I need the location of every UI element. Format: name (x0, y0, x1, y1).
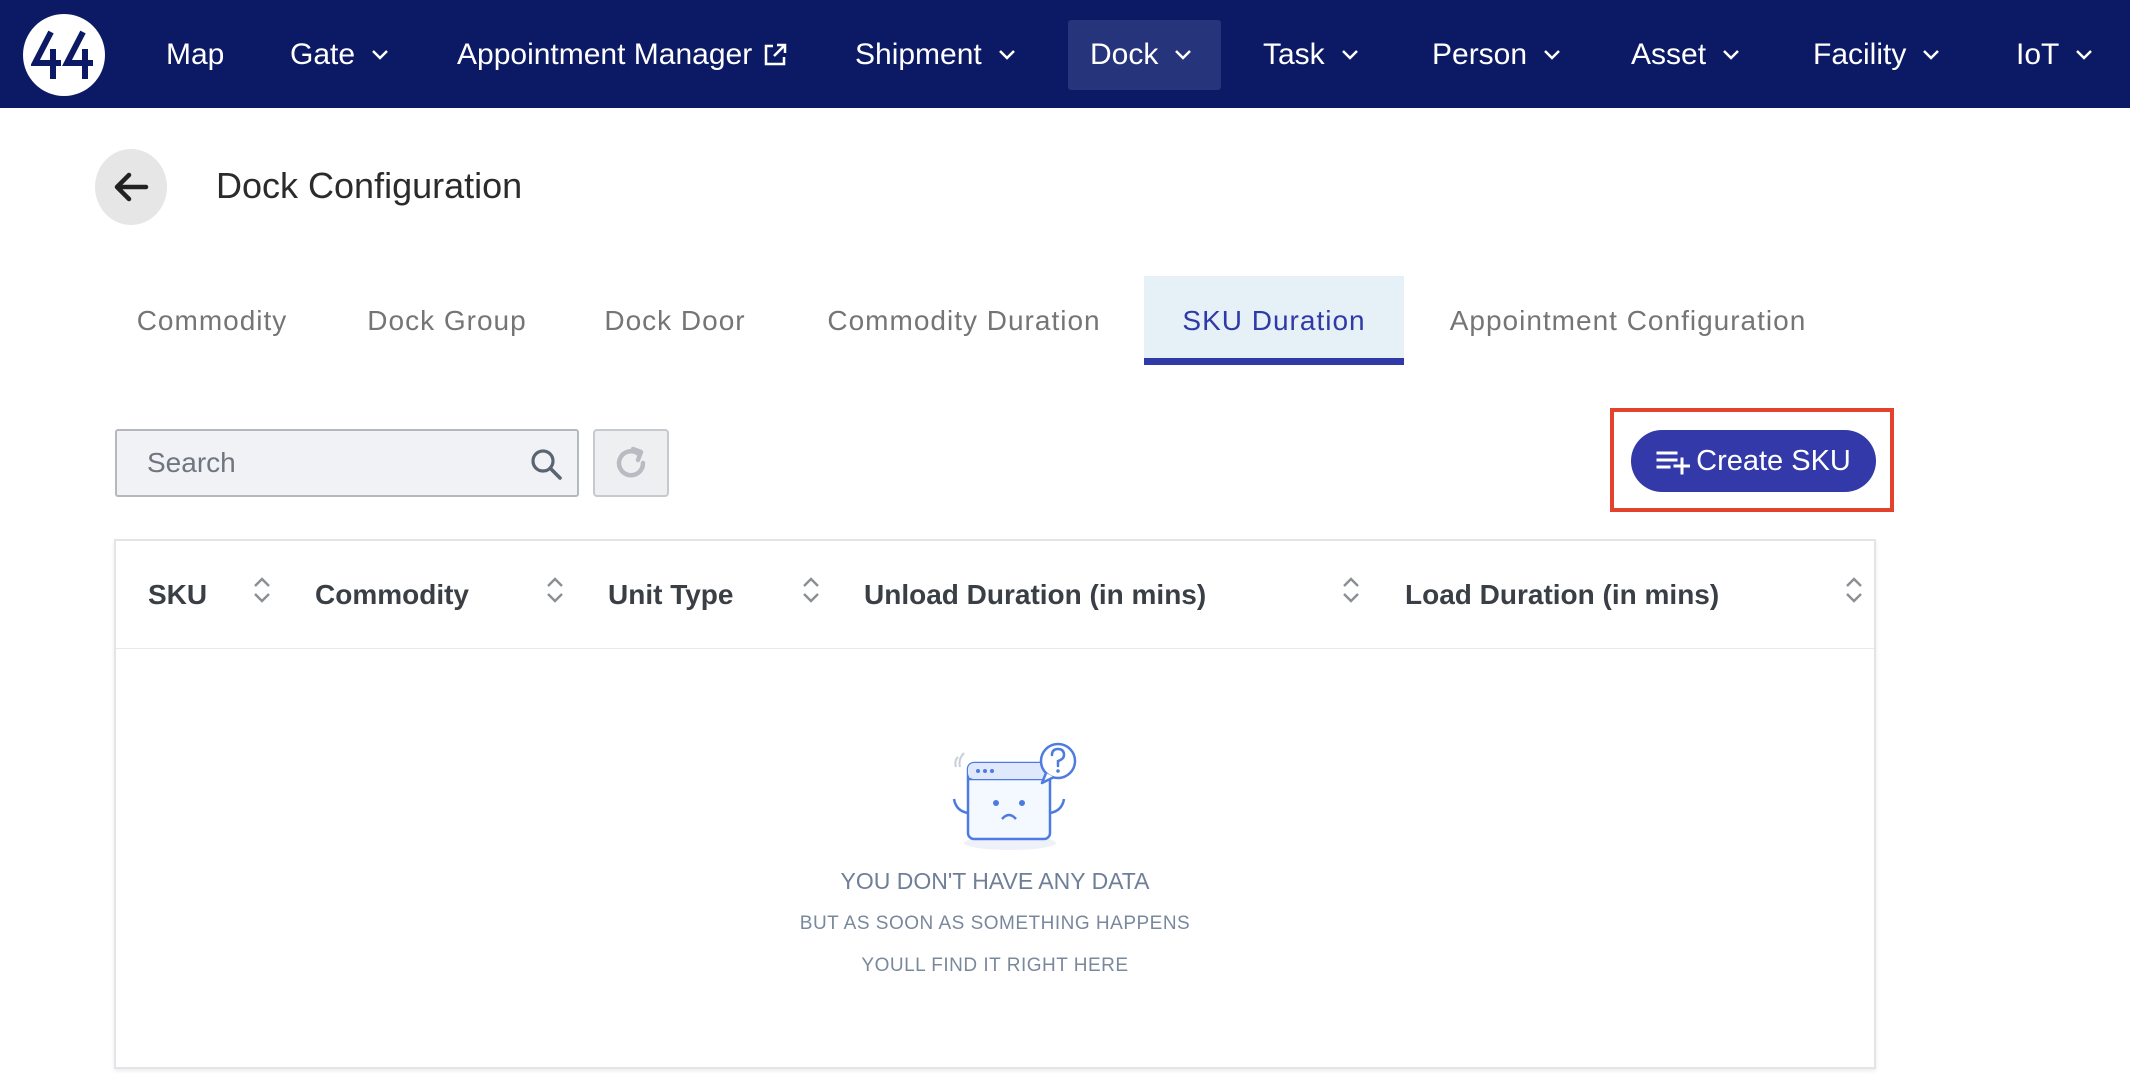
nav-iot[interactable]: IoT (2016, 20, 2093, 90)
nav-facility-label: Facility (1813, 38, 1907, 71)
app-logo[interactable] (23, 14, 105, 96)
chevron-down-icon (1723, 50, 1739, 60)
nav-facility[interactable]: Facility (1813, 20, 1940, 90)
tab-label: Dock Group (367, 304, 527, 336)
nav-appointment-manager[interactable]: Appointment Manager (457, 20, 788, 90)
chevron-down-icon (372, 50, 388, 60)
empty-state-subtitle: BUT AS SOON AS SOMETHING HAPPENS (799, 913, 1191, 934)
nav-appointment-manager-label: Appointment Manager (457, 38, 753, 71)
tab-dock-group[interactable]: Dock Group (349, 276, 545, 365)
tab-label: Commodity Duration (827, 304, 1101, 336)
tab-commodity-duration[interactable]: Commodity Duration (808, 276, 1120, 365)
chevron-down-icon (1544, 50, 1560, 60)
nav-asset-label: Asset (1631, 38, 1707, 71)
nav-shipment-label: Shipment (855, 38, 982, 71)
tab-label: Commodity (136, 304, 288, 336)
empty-data-illustration-icon (952, 742, 1077, 850)
sort-icon[interactable] (544, 575, 566, 605)
nav-asset[interactable]: Asset (1631, 20, 1740, 90)
nav-gate-label: Gate (290, 38, 356, 71)
refresh-icon (616, 446, 646, 478)
column-header-label: Unload Duration (in mins) (864, 579, 1207, 610)
nav-dock-label: Dock (1090, 38, 1159, 71)
tab-sku-duration[interactable]: SKU Duration (1144, 276, 1404, 365)
search-icon[interactable] (529, 447, 563, 481)
sort-icon[interactable] (800, 575, 822, 605)
table-header: SKU Commodity Unit Type Unload Duration … (116, 541, 1874, 649)
tab-label: Dock Door (604, 304, 746, 336)
column-header-label: Unit Type (608, 579, 734, 610)
nav-dock[interactable]: Dock (1068, 20, 1221, 90)
nav-iot-label: IoT (2016, 38, 2060, 71)
arrow-left-icon (114, 172, 149, 202)
nav-shipment[interactable]: Shipment (855, 20, 1016, 90)
chevron-down-icon (1175, 50, 1192, 60)
nav-gate[interactable]: Gate (290, 20, 389, 90)
external-link-icon (764, 43, 787, 66)
top-navigation-bar: Map Gate Appointment Manager Shipment Do… (0, 0, 2130, 108)
create-sku-button[interactable]: Create SKU (1631, 430, 1876, 492)
nav-person[interactable]: Person (1432, 20, 1561, 90)
tab-label: SKU Duration (1182, 304, 1366, 336)
nav-map[interactable]: Map (166, 20, 224, 90)
chevron-down-icon (2076, 50, 2093, 60)
page-title: Dock Configuration (216, 165, 523, 206)
logo-44-icon (31, 30, 93, 79)
column-header-unit-type[interactable]: Unit Type (608, 541, 808, 649)
column-header-label: Commodity (315, 579, 469, 610)
column-header-unload-duration[interactable]: Unload Duration (in mins) (864, 541, 1344, 649)
sort-icon[interactable] (251, 575, 273, 605)
sort-icon[interactable] (1340, 575, 1362, 605)
back-button[interactable] (95, 149, 167, 225)
column-header-commodity[interactable]: Commodity (315, 541, 545, 649)
tab-label: Appointment Configuration (1449, 304, 1807, 336)
chevron-down-icon (1923, 50, 1940, 60)
playlist-add-icon (1656, 451, 1691, 475)
chevron-down-icon (998, 50, 1015, 60)
column-header-label: Load Duration (in mins) (1405, 579, 1720, 610)
sku-duration-table: SKU Commodity Unit Type Unload Duration … (114, 539, 1876, 1069)
tab-commodity[interactable]: Commodity (114, 276, 310, 365)
sort-icon[interactable] (1843, 575, 1865, 605)
empty-state-subtitle: YOULL FIND IT RIGHT HERE (861, 955, 1129, 976)
nav-person-label: Person (1432, 38, 1528, 71)
nav-task-label: Task (1263, 38, 1325, 71)
create-sku-label: Create SKU (1696, 444, 1851, 477)
nav-map-label: Map (166, 38, 225, 71)
column-header-load-duration[interactable]: Load Duration (in mins) (1405, 541, 1845, 649)
tab-appointment-configuration[interactable]: Appointment Configuration (1428, 276, 1828, 365)
tab-dock-door[interactable]: Dock Door (590, 276, 760, 365)
chevron-down-icon (1341, 50, 1358, 60)
nav-task[interactable]: Task (1263, 20, 1359, 90)
search-input[interactable] (147, 447, 507, 479)
refresh-button[interactable] (593, 429, 669, 497)
search-box (115, 429, 579, 497)
column-header-label: SKU (148, 579, 208, 610)
empty-state-title: YOU DON'T HAVE ANY DATA (840, 868, 1150, 894)
